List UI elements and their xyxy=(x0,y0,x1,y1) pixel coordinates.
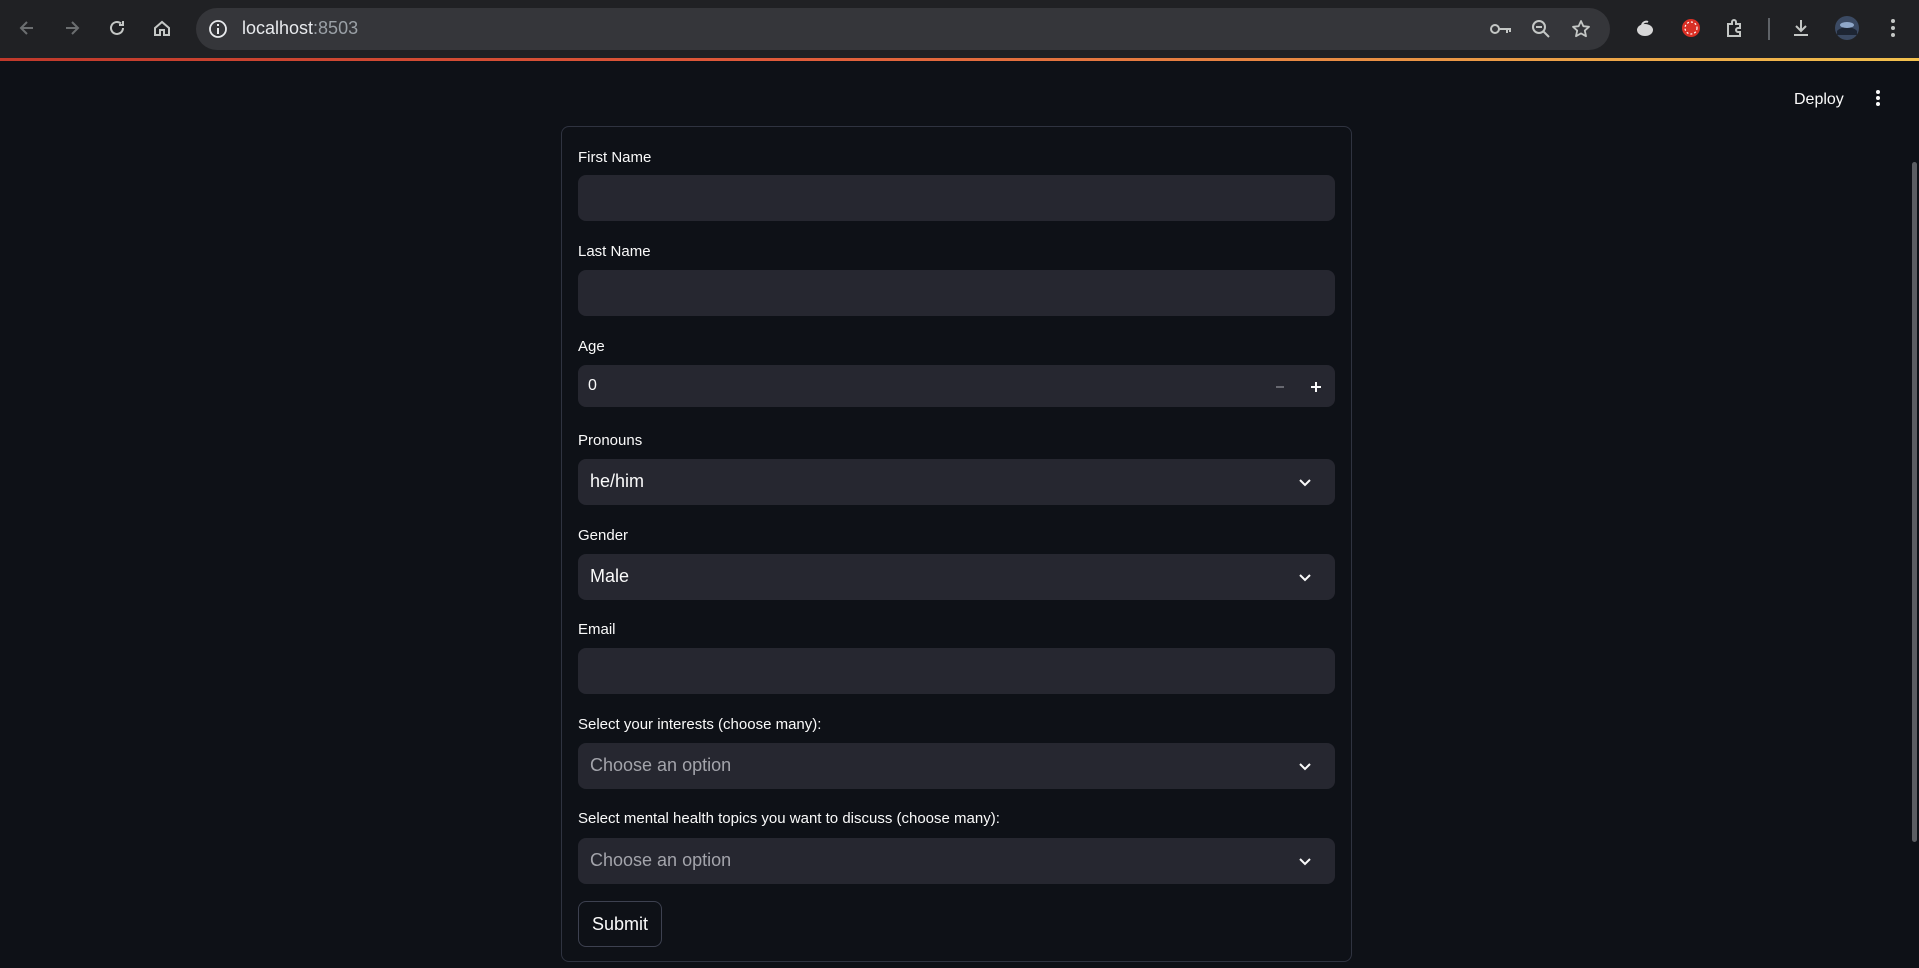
download-icon[interactable] xyxy=(1788,15,1814,41)
loading-progress-line xyxy=(0,58,1919,61)
password-key-icon[interactable] xyxy=(1490,18,1512,40)
last-name-input[interactable] xyxy=(578,270,1335,316)
interests-placeholder: Choose an option xyxy=(590,755,732,775)
gender-selected-value: Male xyxy=(590,566,630,586)
url-text: localhost:8503 xyxy=(242,18,358,39)
extension-record-icon[interactable] xyxy=(1678,15,1704,41)
interests-label: Select your interests (choose many): xyxy=(578,716,822,733)
age-number-input[interactable]: 0 xyxy=(578,365,1335,407)
url-port: :8503 xyxy=(313,18,359,38)
browser-toolbar: localhost:8503 xyxy=(0,0,1919,58)
site-info-icon[interactable] xyxy=(206,17,230,41)
pronouns-selected-value: he/him xyxy=(590,471,645,491)
deploy-button[interactable]: Deploy xyxy=(1788,87,1850,113)
pronouns-select[interactable]: he/him xyxy=(578,459,1335,505)
chevron-down-icon xyxy=(1295,567,1315,587)
submit-button[interactable]: Submit xyxy=(578,901,662,947)
extension-flame-icon[interactable] xyxy=(1632,15,1658,41)
app-menu-icon[interactable] xyxy=(1866,86,1890,110)
profile-avatar[interactable] xyxy=(1834,15,1860,41)
last-name-label: Last Name xyxy=(578,243,651,260)
decrement-button[interactable] xyxy=(1262,366,1298,408)
extensions-puzzle-icon[interactable] xyxy=(1722,15,1748,41)
first-name-input[interactable] xyxy=(578,175,1335,221)
age-value: 0 xyxy=(588,377,597,394)
age-label: Age xyxy=(578,338,605,355)
chevron-down-icon xyxy=(1295,472,1315,492)
topics-multiselect[interactable]: Choose an option xyxy=(578,838,1335,884)
back-icon[interactable] xyxy=(12,13,42,43)
chevron-down-icon xyxy=(1295,756,1315,776)
email-input[interactable] xyxy=(578,648,1335,694)
zoom-icon[interactable] xyxy=(1530,18,1552,40)
bookmark-star-icon[interactable] xyxy=(1570,18,1592,40)
increment-button[interactable] xyxy=(1298,366,1334,408)
first-name-label: First Name xyxy=(578,149,652,166)
browser-menu-icon[interactable] xyxy=(1880,15,1906,41)
forward-icon[interactable] xyxy=(57,13,87,43)
topics-label: Select mental health topics you want to … xyxy=(578,810,1000,827)
chevron-down-icon xyxy=(1295,851,1315,871)
reload-icon[interactable] xyxy=(102,13,132,43)
toolbar-separator xyxy=(1768,18,1770,40)
topics-placeholder: Choose an option xyxy=(590,850,732,870)
email-label: Email xyxy=(578,621,616,638)
interests-multiselect[interactable]: Choose an option xyxy=(578,743,1335,789)
registration-form: First Name Last Name Age 0 Pronouns he/h… xyxy=(561,126,1352,962)
address-bar[interactable]: localhost:8503 xyxy=(196,8,1610,50)
home-icon[interactable] xyxy=(147,13,177,43)
url-host: localhost xyxy=(242,18,314,38)
pronouns-label: Pronouns xyxy=(578,432,643,449)
page-scrollbar[interactable] xyxy=(1912,162,1917,842)
gender-label: Gender xyxy=(578,527,629,544)
gender-select[interactable]: Male xyxy=(578,554,1335,600)
